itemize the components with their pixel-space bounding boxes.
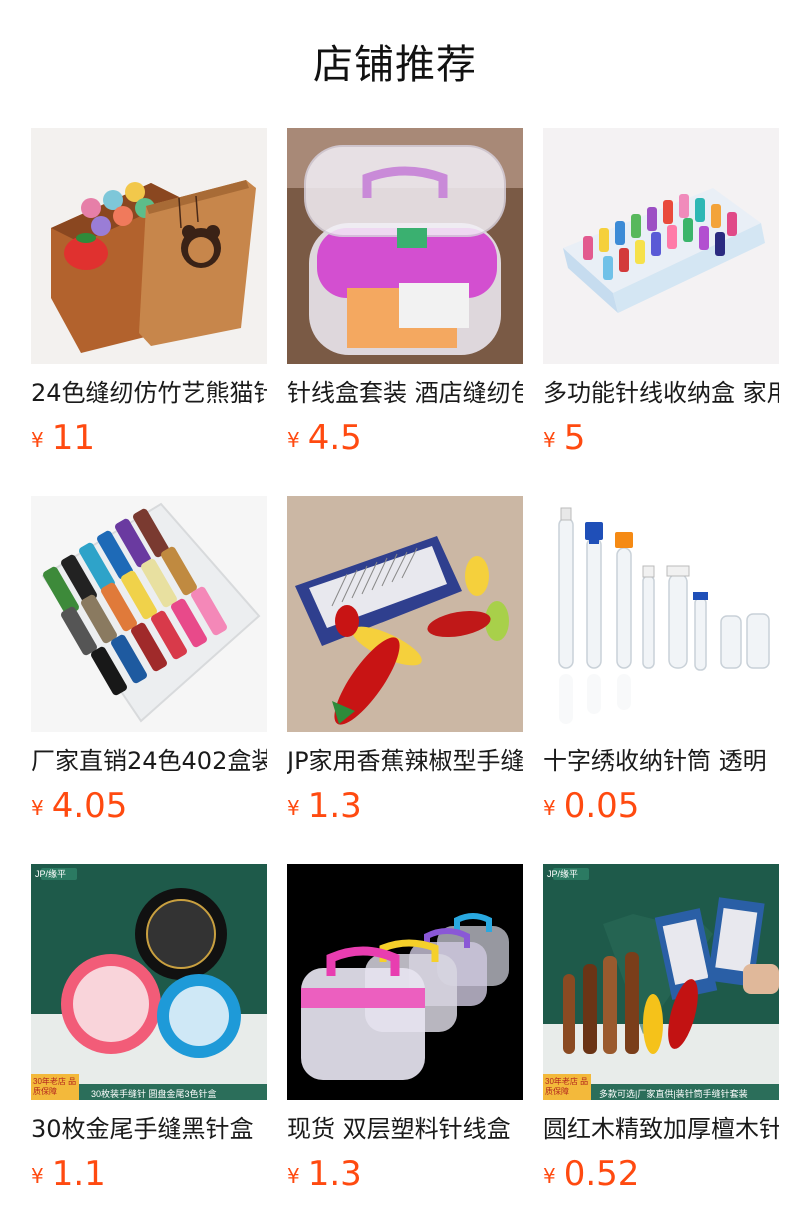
product-image-clear-sewing-case[interactable] xyxy=(287,128,523,364)
price-value: 0.52 xyxy=(563,1154,640,1194)
page-title: 店铺推荐 xyxy=(313,42,477,88)
currency-symbol: ¥ xyxy=(31,1164,44,1188)
product-name[interactable]: 厂家直销24色402盒装缝纫线 xyxy=(31,744,267,778)
price-value: 0.05 xyxy=(563,786,640,826)
product-card[interactable]: 多功能针线收纳盒 家用 ¥5 xyxy=(543,128,779,496)
product-name[interactable]: 多功能针线收纳盒 家用 xyxy=(543,376,779,410)
product-card[interactable]: JP/缘平 30年老店 品质保障 多款可选|厂家直供|装针筒手缝针套装 圆红木精… xyxy=(543,864,779,1232)
product-price: ¥1.3 xyxy=(287,1152,523,1196)
product-price: ¥11 xyxy=(31,416,267,460)
brand-tag: JP/缘平 xyxy=(547,869,579,879)
product-image-round-needle-discs[interactable]: JP/缘平 30年老店 品质保障 30枚装手缝针 圆盘金尾3色针盒 xyxy=(31,864,267,1100)
product-name[interactable]: 十字绣收纳针筒 透明 xyxy=(543,744,779,778)
image-banner: 30枚装手缝针 圆盘金尾3色针盒 xyxy=(91,1089,217,1099)
currency-symbol: ¥ xyxy=(287,796,300,820)
product-price: ¥1.1 xyxy=(31,1152,267,1196)
image-banner: 多款可选|厂家直供|装针筒手缝针套装 xyxy=(599,1089,748,1099)
product-name[interactable]: 24色缝纫仿竹艺熊猫针线盒 xyxy=(31,376,267,410)
product-image-double-layer-boxes[interactable] xyxy=(287,864,523,1100)
currency-symbol: ¥ xyxy=(31,796,44,820)
shop-recommendations-page: 店铺推荐 24色缝纫仿竹艺熊猫针 ¥ 11 针线盒套装 酒店缝纫包 ¥ 4.5 … xyxy=(0,0,790,1232)
product-card[interactable]: 24色缝纫仿竹艺熊猫针线盒 ¥11 xyxy=(31,128,267,496)
brand-tag: JP/缘平 xyxy=(35,869,67,879)
price-value: 1.3 xyxy=(307,786,362,826)
product-card[interactable]: JP/缘平 30年老店 品质保障 30枚装手缝针 圆盘金尾3色针盒 30枚金尾手… xyxy=(31,864,267,1232)
product-card[interactable]: 十字绣收纳针筒 透明 ¥0.05 xyxy=(543,496,779,864)
product-price: ¥5 xyxy=(543,416,779,460)
product-card[interactable]: JP家用香蕉辣椒型手缝针 ¥1.3 xyxy=(287,496,523,864)
product-card[interactable]: 厂家直销24色402盒装缝纫线 ¥4.05 xyxy=(31,496,267,864)
currency-symbol: ¥ xyxy=(543,1164,556,1188)
shop-badge: 30年老店 品质保障 xyxy=(33,1077,77,1096)
product-price: ¥4.5 xyxy=(287,416,523,460)
product-image-banana-pepper-needles[interactable] xyxy=(287,496,523,732)
product-name[interactable]: 针线盒套装 酒店缝纫包 xyxy=(287,376,523,410)
currency-symbol: ¥ xyxy=(31,428,44,452)
product-name[interactable]: 现货 双层塑料针线盒 xyxy=(287,1112,523,1146)
product-name[interactable]: 30枚金尾手缝黑针盒 xyxy=(31,1112,267,1146)
currency-symbol: ¥ xyxy=(543,428,556,452)
product-image-bamboo-panda-box[interactable] xyxy=(31,128,267,364)
product-image-thread-storage-box[interactable] xyxy=(543,128,779,364)
product-grid: 24色缝纫仿竹艺熊猫针线盒 ¥11 针线盒套装 酒 xyxy=(31,128,790,1232)
product-name[interactable]: 圆红木精致加厚檀木针筒 xyxy=(543,1112,779,1146)
product-price: ¥4.05 xyxy=(31,784,267,828)
product-price: ¥0.05 xyxy=(543,784,779,828)
product-image-wooden-needle-tubes[interactable]: JP/缘平 30年老店 品质保障 多款可选|厂家直供|装针筒手缝针套装 xyxy=(543,864,779,1100)
product-card[interactable]: 现货 双层塑料针线盒 ¥1.3 xyxy=(287,864,523,1232)
product-image-clear-needle-tubes[interactable] xyxy=(543,496,779,732)
product-name[interactable]: JP家用香蕉辣椒型手缝针 xyxy=(287,744,523,778)
currency-symbol: ¥ xyxy=(543,796,556,820)
price-value: 1.3 xyxy=(307,1154,362,1194)
price-value: 4.05 xyxy=(51,786,128,826)
price-value: 1.1 xyxy=(51,1154,106,1194)
price-value: 5 xyxy=(563,418,586,458)
price-value: 4.5 xyxy=(307,418,362,458)
product-price: ¥0.52 xyxy=(543,1152,779,1196)
product-image-24-color-thread[interactable] xyxy=(31,496,267,732)
product-price: ¥1.3 xyxy=(287,784,523,828)
product-card[interactable]: 针线盒套装 酒店缝纫包 ¥4.5 xyxy=(287,128,523,496)
currency-symbol: ¥ xyxy=(287,1164,300,1188)
currency-symbol: ¥ xyxy=(287,428,300,452)
shop-badge: 30年老店 品质保障 xyxy=(545,1077,589,1096)
price-value: 11 xyxy=(51,418,95,458)
